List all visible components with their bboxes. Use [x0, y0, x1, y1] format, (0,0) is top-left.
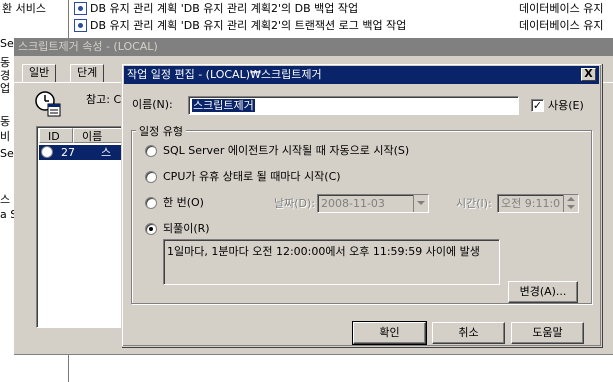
edit-schedule-dialog: 작업 일정 편집 - (LOCAL)₩스크립트제거 X 이름(N): 스크립트제…	[121, 63, 602, 347]
background-text-fragment: 비	[0, 130, 11, 143]
option-once-label: 한 번(O)	[163, 196, 204, 209]
job-icon	[74, 2, 87, 15]
background-text-fragment: Se	[0, 37, 14, 50]
radio-once[interactable]	[145, 197, 157, 209]
name-input-value: 스크립트제거	[192, 99, 255, 112]
help-button[interactable]: 도움말	[511, 322, 584, 344]
schedule-type-group-label: 일정 유형	[136, 123, 186, 139]
note-label: 참고: C	[86, 93, 122, 106]
background-text-fragment: 스	[0, 193, 11, 206]
radio-sql-agent-start[interactable]	[145, 145, 157, 157]
close-icon: X	[584, 67, 593, 80]
job-list-cell: 환 서비스	[2, 2, 46, 15]
job-icon	[74, 19, 87, 32]
name-input[interactable]: 스크립트제거	[188, 96, 519, 115]
list-header-name[interactable]: 이름	[73, 128, 127, 143]
name-label: 이름(N):	[132, 98, 173, 111]
change-button[interactable]: 변경(A)...	[508, 281, 578, 303]
time-label: 시간(I):	[456, 197, 492, 210]
job-category: 데이터베이스 유지	[519, 19, 604, 32]
schedule-list[interactable]: ID 이름 27 스	[36, 126, 130, 328]
radio-cpu-idle[interactable]	[145, 171, 157, 183]
radio-recurring[interactable]	[145, 223, 157, 235]
enabled-label: 사용(E)	[548, 99, 584, 112]
background-text-fragment: 경	[0, 69, 11, 82]
close-button[interactable]: X	[581, 68, 596, 81]
option-sql-agent-start-label: SQL Server 에이전트가 시작될 때 자동으로 시작(S)	[163, 144, 410, 157]
background-text-fragment: Se	[0, 147, 14, 160]
date-picker[interactable]: 2008-11-03	[317, 194, 429, 213]
job-name: DB 유지 관리 계획 'DB 유지 관리 계획2'의 트랜잭션 로그 백업 작…	[90, 19, 407, 32]
list-header-id[interactable]: ID	[39, 128, 73, 143]
properties-window-title[interactable]: 스크립트제거 속성 - (LOCAL)	[14, 38, 613, 56]
time-spinner[interactable]	[563, 195, 578, 212]
schedule-item-icon	[41, 146, 53, 158]
tab-general[interactable]: 일반	[22, 64, 57, 82]
time-input[interactable]: 오전 9:11:0	[497, 194, 579, 213]
background-text-fragment: 동	[0, 56, 11, 69]
time-value: 오전 9:11:0	[501, 197, 561, 210]
job-list-row[interactable]: 환 서비스 DB 유지 관리 계획 'DB 유지 관리 계획2'의 DB 백업 …	[0, 0, 613, 17]
list-item-name: 스	[101, 146, 112, 159]
ok-button[interactable]: 확인	[352, 321, 427, 345]
schedule-clock-icon	[35, 91, 61, 117]
dialog-title: 작업 일정 편집 - (LOCAL)₩스크립트제거	[127, 68, 322, 81]
job-list-row[interactable]: DB 유지 관리 계획 'DB 유지 관리 계획2'의 트랜잭션 로그 백업 작…	[0, 17, 613, 34]
background-text-fragment: 업	[0, 82, 11, 95]
background-text-fragment: 동	[0, 115, 11, 128]
recurring-description: 1일마다, 1분마다 오전 12:00:00에서 오후 11:59:59 사이에…	[167, 245, 480, 258]
recurring-description-box: 1일마다, 1분마다 오전 12:00:00에서 오후 11:59:59 사이에…	[163, 239, 500, 285]
enabled-checkbox[interactable]: ✓	[531, 99, 544, 112]
option-recurring-label: 되풀이(R)	[163, 222, 210, 235]
cancel-button[interactable]: 취소	[432, 322, 505, 344]
option-cpu-idle-label: CPU가 유휴 상태로 될 때마다 시작(C)	[163, 170, 341, 183]
list-item-id: 27	[61, 146, 75, 159]
chevron-down-icon	[417, 201, 425, 205]
spin-up-icon	[567, 197, 575, 201]
spin-down-icon	[567, 205, 575, 209]
dialog-title-bar[interactable]: 작업 일정 편집 - (LOCAL)₩스크립트제거 X	[124, 66, 599, 84]
date-dropdown-button[interactable]	[413, 195, 428, 212]
list-item[interactable]: 27 스	[39, 145, 127, 160]
tab-steps[interactable]: 단계	[70, 64, 105, 82]
job-category: 데이터베이스 유지	[519, 2, 604, 15]
date-label: 날짜(D):	[274, 197, 315, 210]
job-name: DB 유지 관리 계획 'DB 유지 관리 계획2'의 DB 백업 작업	[90, 2, 359, 15]
date-value: 2008-11-03	[321, 197, 385, 210]
background-text-fragment: a S	[0, 208, 14, 221]
